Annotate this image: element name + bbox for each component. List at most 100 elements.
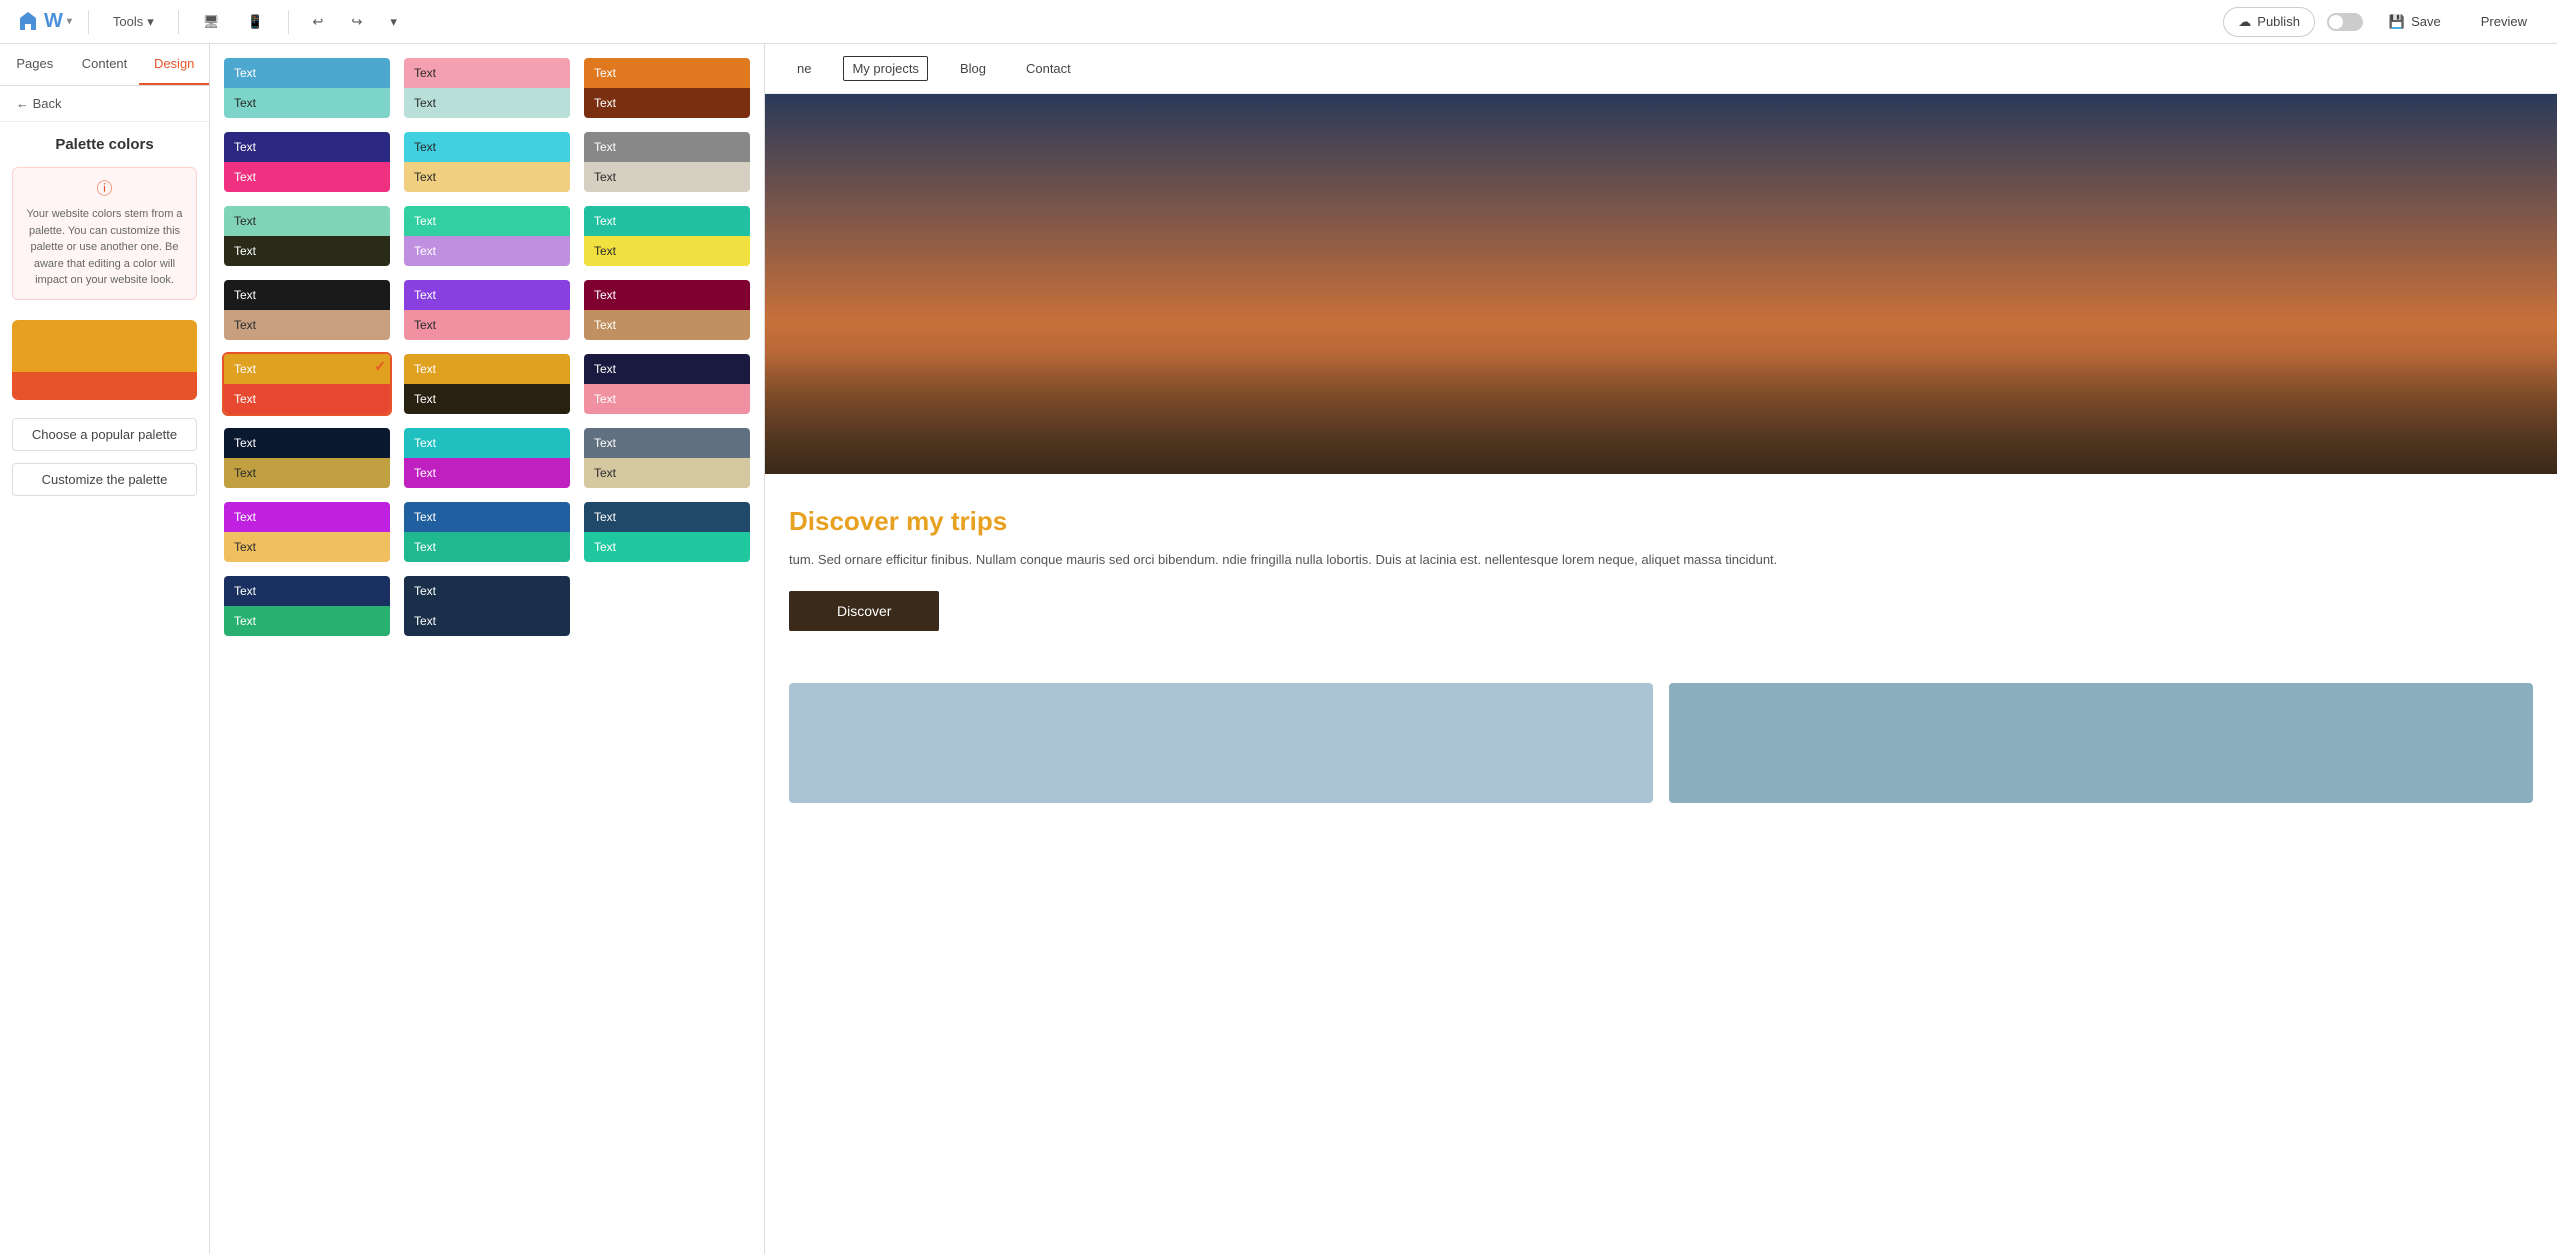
swatch-top-2: Text: [584, 58, 750, 88]
palette-card-1[interactable]: TextText: [402, 56, 572, 120]
swatch-bottom-6: Text: [224, 236, 390, 266]
preview-btn[interactable]: Preview: [2467, 8, 2541, 35]
swatch-top-3: Text: [224, 132, 390, 162]
palette-card-9[interactable]: TextText: [222, 278, 392, 342]
swatch-bottom-10: Text: [404, 310, 570, 340]
mobile-view-btn[interactable]: 📱: [239, 10, 271, 34]
palette-top-color: [12, 320, 197, 372]
palette-card-22[interactable]: TextText: [402, 574, 572, 638]
palette-card-3[interactable]: TextText: [222, 130, 392, 194]
swatch-top-18: Text: [224, 502, 390, 532]
publish-toggle[interactable]: [2327, 13, 2363, 31]
palette-card-19[interactable]: TextText: [402, 500, 572, 564]
swatch-bottom-20: Text: [584, 532, 750, 562]
swatch-top-21: Text: [224, 576, 390, 606]
preview-images: [765, 683, 2557, 803]
palette-card-8[interactable]: TextText: [582, 204, 752, 268]
swatch-top-8: Text: [584, 206, 750, 236]
undo-icon: ↩: [313, 14, 324, 30]
swatch-bottom-12: Text: [224, 384, 390, 414]
swatch-top-0: Text: [224, 58, 390, 88]
swatch-top-14: Text: [584, 354, 750, 384]
swatch-bottom-2: Text: [584, 88, 750, 118]
swatch-top-16: Text: [404, 428, 570, 458]
preview-image-2: [1669, 683, 2533, 803]
swatch-bottom-17: Text: [584, 458, 750, 488]
swatch-bottom-8: Text: [584, 236, 750, 266]
hero-mountains: [765, 354, 2557, 474]
tab-content[interactable]: Content: [70, 44, 140, 85]
palette-card-15[interactable]: TextText: [222, 426, 392, 490]
customize-palette-btn[interactable]: Customize the palette: [12, 463, 197, 496]
toolbar: W ▾ Tools ▾ 🖥 📱 ↩ ↪ ▾ ☁ Publish 💾 Save P…: [0, 0, 2557, 44]
selected-check-icon: ✓: [374, 358, 386, 375]
palette-card-20[interactable]: TextText: [582, 500, 752, 564]
swatch-top-13: Text: [404, 354, 570, 384]
palette-card-17[interactable]: TextText: [582, 426, 752, 490]
swatch-top-11: Text: [584, 280, 750, 310]
swatch-bottom-19: Text: [404, 532, 570, 562]
choose-palette-btn[interactable]: Choose a popular palette: [12, 418, 197, 451]
toolbar-separator: [88, 10, 89, 34]
main-container: Pages Content Design ← Back Palette colo…: [0, 44, 2557, 1254]
nav-contact[interactable]: Contact: [1018, 57, 1079, 80]
palette-card-16[interactable]: TextText: [402, 426, 572, 490]
palette-card-10[interactable]: TextText: [402, 278, 572, 342]
swatch-bottom-16: Text: [404, 458, 570, 488]
swatch-bottom-5: Text: [584, 162, 750, 192]
swatch-bottom-14: Text: [584, 384, 750, 414]
swatch-top-4: Text: [404, 132, 570, 162]
publish-btn[interactable]: ☁ Publish: [2223, 7, 2315, 37]
info-icon: ⓘ: [25, 178, 184, 202]
nav-blog[interactable]: Blog: [952, 57, 994, 80]
swatch-top-7: Text: [404, 206, 570, 236]
swatch-bottom-11: Text: [584, 310, 750, 340]
swatch-bottom-22: Text: [404, 606, 570, 636]
desktop-view-btn[interactable]: 🖥: [195, 10, 228, 34]
palette-card-21[interactable]: TextText: [222, 574, 392, 638]
swatch-bottom-3: Text: [224, 162, 390, 192]
tools-menu[interactable]: Tools ▾: [105, 10, 162, 34]
nav-projects[interactable]: My projects: [843, 56, 927, 81]
back-btn[interactable]: ← Back: [0, 86, 209, 122]
palette-card-4[interactable]: TextText: [402, 130, 572, 194]
swatch-top-10: Text: [404, 280, 570, 310]
left-sidebar: Pages Content Design ← Back Palette colo…: [0, 44, 210, 1254]
palette-bottom-color: [12, 372, 197, 400]
palette-card-2[interactable]: TextText: [582, 56, 752, 120]
more-btn[interactable]: ▾: [382, 10, 405, 34]
redo-btn[interactable]: ↪: [343, 10, 370, 34]
undo-btn[interactable]: ↩: [305, 10, 332, 34]
swatch-bottom-0: Text: [224, 88, 390, 118]
save-btn[interactable]: 💾 Save: [2375, 8, 2455, 36]
palette-card-18[interactable]: TextText: [222, 500, 392, 564]
swatch-bottom-1: Text: [404, 88, 570, 118]
preview-heading: Discover my trips: [789, 506, 2533, 537]
nav-home[interactable]: ne: [789, 57, 819, 80]
palette-card-6[interactable]: TextText: [222, 204, 392, 268]
swatch-bottom-9: Text: [224, 310, 390, 340]
current-palette-preview: [12, 320, 197, 400]
palette-card-5[interactable]: TextText: [582, 130, 752, 194]
toolbar-right: ☁ Publish 💾 Save Preview: [2223, 7, 2541, 37]
tab-pages[interactable]: Pages: [0, 44, 70, 85]
sidebar-title: Palette colors: [0, 122, 209, 159]
palette-grid: TextTextTextTextTextTextTextTextTextText…: [222, 56, 752, 638]
tab-design[interactable]: Design: [139, 44, 209, 85]
swatch-top-1: Text: [404, 58, 570, 88]
palette-card-0[interactable]: TextText: [222, 56, 392, 120]
discover-btn[interactable]: Discover: [789, 591, 939, 631]
swatch-top-15: Text: [224, 428, 390, 458]
preview-hero-image: [765, 94, 2557, 474]
palette-card-7[interactable]: TextText: [402, 204, 572, 268]
palette-card-14[interactable]: TextText: [582, 352, 752, 416]
toolbar-separator-3: [288, 10, 289, 34]
publish-icon: ☁: [2238, 14, 2251, 30]
preview-image-1: [789, 683, 1653, 803]
palette-card-12[interactable]: ✓TextText: [222, 352, 392, 416]
palette-card-11[interactable]: TextText: [582, 278, 752, 342]
sidebar-tabs: Pages Content Design: [0, 44, 209, 86]
palette-card-13[interactable]: TextText: [402, 352, 572, 416]
swatch-top-17: Text: [584, 428, 750, 458]
logo-chevron[interactable]: ▾: [67, 16, 72, 27]
